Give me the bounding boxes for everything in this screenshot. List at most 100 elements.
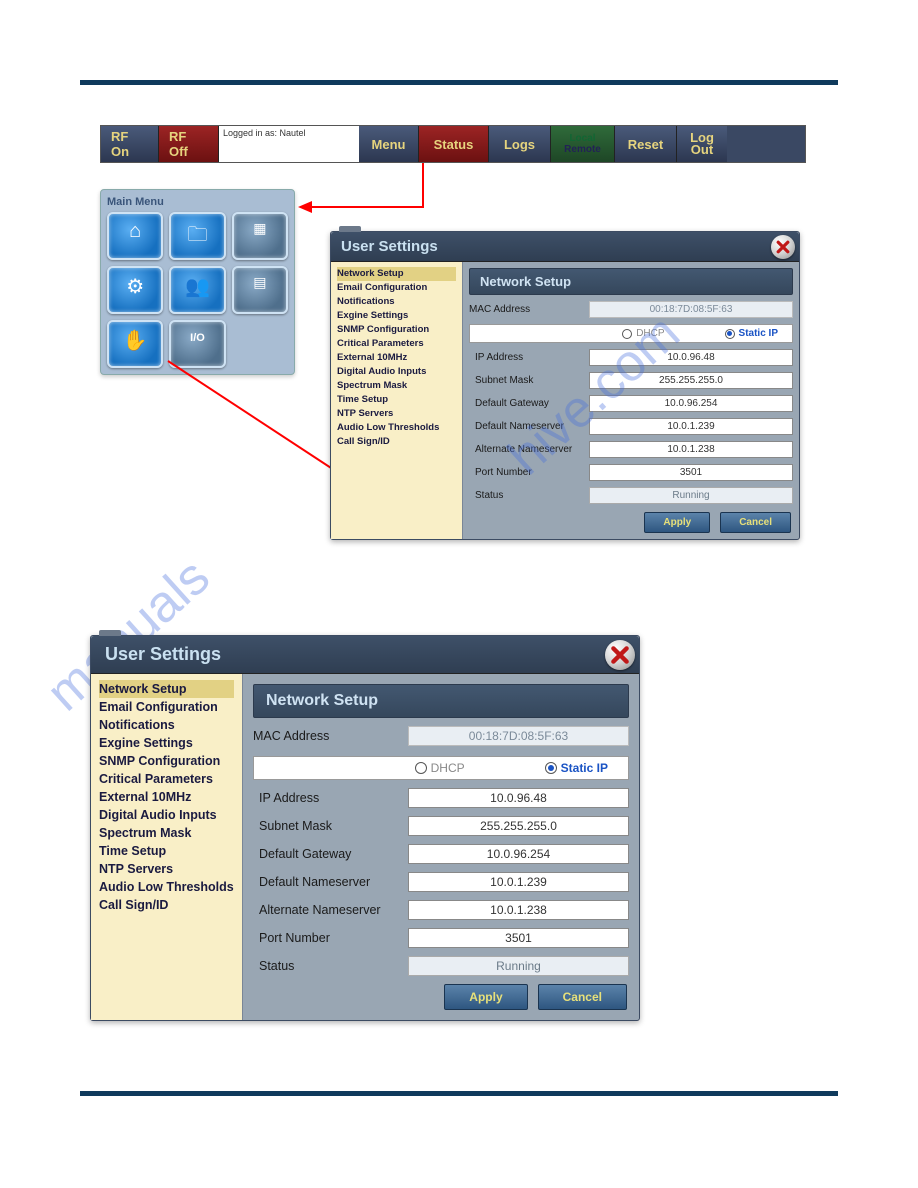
panel-title-big: User Settings xyxy=(105,644,221,664)
side-item-ntp[interactable]: NTP Servers xyxy=(337,407,456,421)
rf-on-button[interactable]: RF On xyxy=(101,126,159,162)
side-item-time-b[interactable]: Time Setup xyxy=(99,842,234,860)
side-item-audio-low[interactable]: Audio Low Thresholds xyxy=(337,421,456,435)
close-button-big[interactable] xyxy=(605,640,635,670)
static-radio-big[interactable]: Static IP xyxy=(545,761,608,775)
cancel-button-big[interactable]: Cancel xyxy=(538,984,627,1010)
cancel-button-small[interactable]: Cancel xyxy=(720,512,791,533)
main-menu-tile-settings[interactable]: ⚙ xyxy=(107,266,163,314)
dhcp-radio-big[interactable]: DHCP xyxy=(415,761,465,775)
port-input-s[interactable]: 3501 xyxy=(589,464,793,481)
ip-label-b: IP Address xyxy=(253,791,408,805)
apply-button-small[interactable]: Apply xyxy=(644,512,710,533)
main-menu-tile-user-settings[interactable]: ✋ xyxy=(107,320,163,368)
dns2-input-b[interactable]: 10.0.1.238 xyxy=(408,900,629,920)
logout-button[interactable]: Log Out xyxy=(677,126,727,162)
arrow-menu-hline xyxy=(310,206,424,208)
logs-button[interactable]: Logs xyxy=(489,126,551,162)
side-item-exgine-b[interactable]: Exgine Settings xyxy=(99,734,234,752)
subnet-label-b: Subnet Mask xyxy=(253,819,408,833)
dhcp-radio-small[interactable]: DHCP xyxy=(622,328,664,339)
remote-label: Remote xyxy=(564,144,601,155)
side-item-snmp-b[interactable]: SNMP Configuration xyxy=(99,752,234,770)
dhcp-radio-icon xyxy=(622,329,632,339)
dhcp-label-big: DHCP xyxy=(431,761,465,775)
side-item-critical-b[interactable]: Critical Parameters xyxy=(99,770,234,788)
gateway-input-s[interactable]: 10.0.96.254 xyxy=(589,395,793,412)
mac-label-small: MAC Address xyxy=(469,304,589,315)
dhcp-radio-icon-b xyxy=(415,762,427,774)
side-item-critical[interactable]: Critical Parameters xyxy=(337,337,456,351)
dns2-label-b: Alternate Nameserver xyxy=(253,903,408,917)
side-item-snmp[interactable]: SNMP Configuration xyxy=(337,323,456,337)
static-label-small: Static IP xyxy=(739,328,778,339)
menu-button[interactable]: Menu xyxy=(359,126,419,162)
gateway-input-b[interactable]: 10.0.96.254 xyxy=(408,844,629,864)
ip-label-s: IP Address xyxy=(469,352,589,363)
ip-mode-row-small: DHCP Static IP xyxy=(469,324,793,343)
panel-header-big: User Settings xyxy=(91,636,639,674)
dns2-input-s[interactable]: 10.0.1.238 xyxy=(589,441,793,458)
side-item-digital-audio-b[interactable]: Digital Audio Inputs xyxy=(99,806,234,824)
panel-header-small: User Settings xyxy=(331,232,799,262)
static-radio-icon-b xyxy=(545,762,557,774)
side-item-callsign-b[interactable]: Call Sign/ID xyxy=(99,896,234,914)
port-label-b: Port Number xyxy=(253,931,408,945)
reset-button[interactable]: Reset xyxy=(615,126,677,162)
main-menu-tile-users[interactable]: 👥 xyxy=(169,266,225,314)
divider-bottom xyxy=(80,1091,838,1096)
main-menu-tile-io[interactable]: I/O xyxy=(169,320,225,368)
arrow-menu-head-icon xyxy=(298,201,312,213)
side-item-notifications-b[interactable]: Notifications xyxy=(99,716,234,734)
apply-button-big[interactable]: Apply xyxy=(444,984,527,1010)
side-item-network-setup[interactable]: Network Setup xyxy=(337,267,456,281)
main-menu-tile-home[interactable]: ⌂ xyxy=(107,212,163,260)
static-radio-icon xyxy=(725,329,735,339)
static-radio-small[interactable]: Static IP xyxy=(725,328,778,339)
main-menu-tile-folder[interactable]: 🗀 xyxy=(169,212,225,260)
dns1-label-s: Default Nameserver xyxy=(469,421,589,432)
ip-input-s[interactable]: 10.0.96.48 xyxy=(589,349,793,366)
dns1-input-b[interactable]: 10.0.1.239 xyxy=(408,872,629,892)
side-item-spectrum-b[interactable]: Spectrum Mask xyxy=(99,824,234,842)
side-item-callsign[interactable]: Call Sign/ID xyxy=(337,435,456,449)
side-item-email-config[interactable]: Email Configuration xyxy=(337,281,456,295)
static-label-big: Static IP xyxy=(561,761,608,775)
side-item-exgine[interactable]: Exgine Settings xyxy=(337,309,456,323)
main-menu-tile-changeover[interactable]: ▤ xyxy=(232,266,288,314)
subnet-input-s[interactable]: 255.255.255.0 xyxy=(589,372,793,389)
side-item-network-setup-b[interactable]: Network Setup xyxy=(99,680,234,698)
side-item-time[interactable]: Time Setup xyxy=(337,393,456,407)
local-label: Local xyxy=(569,133,595,144)
status-button[interactable]: Status xyxy=(419,126,489,162)
close-button-small[interactable] xyxy=(771,235,795,259)
user-settings-panel-small: User Settings Network Setup Email Config… xyxy=(330,231,800,540)
ip-input-b[interactable]: 10.0.96.48 xyxy=(408,788,629,808)
user-settings-panel-big: User Settings Network Setup Email Config… xyxy=(90,635,640,1021)
side-item-digital-audio[interactable]: Digital Audio Inputs xyxy=(337,365,456,379)
side-item-audio-low-b[interactable]: Audio Low Thresholds xyxy=(99,878,234,896)
divider-top xyxy=(80,80,838,85)
side-item-ext10mhz[interactable]: External 10MHz xyxy=(337,351,456,365)
side-item-notifications[interactable]: Notifications xyxy=(337,295,456,309)
logout-line2: Out xyxy=(691,144,713,156)
dhcp-label-small: DHCP xyxy=(636,328,664,339)
network-subheader-big: Network Setup xyxy=(253,684,629,718)
subnet-label-s: Subnet Mask xyxy=(469,375,589,386)
status-val-s: Running xyxy=(589,487,793,504)
subnet-input-b[interactable]: 255.255.255.0 xyxy=(408,816,629,836)
side-list-big: Network Setup Email Configuration Notifi… xyxy=(91,674,243,1020)
mac-value-small: 00:18:7D:08:5F:63 xyxy=(589,301,793,318)
local-remote-button[interactable]: Local Remote xyxy=(551,126,615,162)
side-item-ntp-b[interactable]: NTP Servers xyxy=(99,860,234,878)
main-menu-panel: Main Menu ⌂ 🗀 ▦ ⚙ 👥 ▤ ✋ I/O xyxy=(100,189,295,375)
dns1-input-s[interactable]: 10.0.1.239 xyxy=(589,418,793,435)
side-item-email-config-b[interactable]: Email Configuration xyxy=(99,698,234,716)
side-item-ext10mhz-b[interactable]: External 10MHz xyxy=(99,788,234,806)
mac-label-big: MAC Address xyxy=(253,729,408,743)
gateway-label-b: Default Gateway xyxy=(253,847,408,861)
port-input-b[interactable]: 3501 xyxy=(408,928,629,948)
rf-off-button[interactable]: RF Off xyxy=(159,126,219,162)
side-item-spectrum[interactable]: Spectrum Mask xyxy=(337,379,456,393)
main-menu-tile-factory[interactable]: ▦ xyxy=(232,212,288,260)
